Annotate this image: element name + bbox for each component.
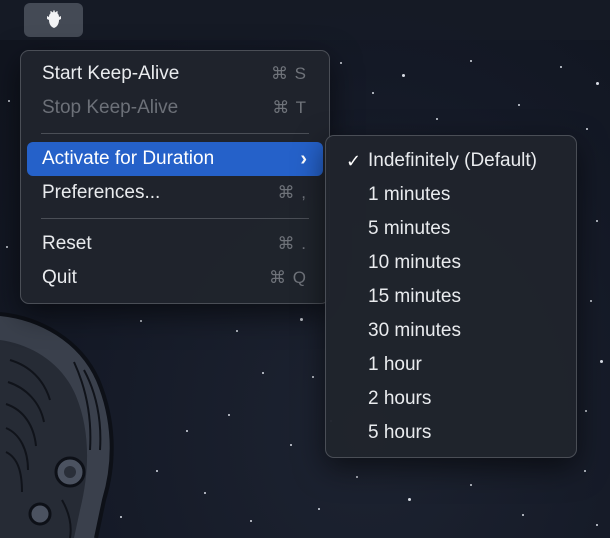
app-menu: Start Keep-Alive ⌘ S Stop Keep-Alive ⌘ T…: [20, 50, 330, 304]
keep-alive-app-icon: [46, 10, 61, 28]
shortcut-label: ⌘ ,: [277, 183, 307, 202]
shortcut-label: ⌘ S: [270, 64, 307, 83]
duration-item-10-minutes[interactable]: 10 minutes: [332, 246, 570, 280]
menu-separator: [41, 133, 309, 134]
menu-bar: [0, 0, 610, 40]
menu-item-label: 2 hours: [368, 388, 432, 409]
menu-item-label: 1 minutes: [368, 184, 451, 205]
menu-item-quit[interactable]: Quit ⌘ Q: [27, 261, 323, 295]
shortcut-label: ⌘ T: [272, 98, 307, 117]
shortcut-label: ⌘ Q: [269, 268, 307, 287]
astronaut-illustration: [0, 312, 114, 538]
duration-item-1-hour[interactable]: 1 hour: [332, 348, 570, 382]
menu-item-label: Quit: [42, 267, 77, 288]
menu-item-label: Indefinitely (Default): [368, 150, 537, 171]
menu-item-activate-for-duration[interactable]: Activate for Duration ›: [27, 142, 323, 176]
menu-item-label: Stop Keep-Alive: [42, 97, 179, 118]
duration-item-30-minutes[interactable]: 30 minutes: [332, 314, 570, 348]
menu-item-label: 5 hours: [368, 422, 432, 443]
menu-item-label: 30 minutes: [368, 320, 461, 341]
menu-separator: [41, 218, 309, 219]
menu-item-label: Activate for Duration: [42, 148, 215, 169]
menu-item-label: Reset: [42, 233, 92, 254]
menu-item-label: 1 hour: [368, 354, 422, 375]
duration-item-15-minutes[interactable]: 15 minutes: [332, 280, 570, 314]
menu-item-stop-keep-alive[interactable]: Stop Keep-Alive ⌘ T: [27, 91, 323, 125]
menu-item-start-keep-alive[interactable]: Start Keep-Alive ⌘ S: [27, 57, 323, 91]
menu-item-label: Preferences...: [42, 182, 161, 203]
duration-item-5-hours[interactable]: 5 hours: [332, 416, 570, 450]
menu-item-label: Start Keep-Alive: [42, 63, 180, 84]
checkmark-icon: ✓: [346, 150, 362, 171]
menu-item-label: 15 minutes: [368, 286, 461, 307]
duration-item-5-minutes[interactable]: 5 minutes: [332, 212, 570, 246]
menu-item-reset[interactable]: Reset ⌘ .: [27, 227, 323, 261]
shortcut-label: ⌘ .: [277, 234, 307, 253]
duration-submenu: ✓ Indefinitely (Default) 1 minutes 5 min…: [325, 135, 577, 458]
menu-item-label: 10 minutes: [368, 252, 461, 273]
duration-item-indefinitely[interactable]: ✓ Indefinitely (Default): [332, 144, 570, 178]
duration-item-2-hours[interactable]: 2 hours: [332, 382, 570, 416]
status-bar-app-button[interactable]: [24, 3, 83, 37]
duration-item-1-minutes[interactable]: 1 minutes: [332, 178, 570, 212]
chevron-right-icon: ›: [300, 147, 307, 170]
menu-item-preferences[interactable]: Preferences... ⌘ ,: [27, 176, 323, 210]
menu-item-label: 5 minutes: [368, 218, 451, 239]
